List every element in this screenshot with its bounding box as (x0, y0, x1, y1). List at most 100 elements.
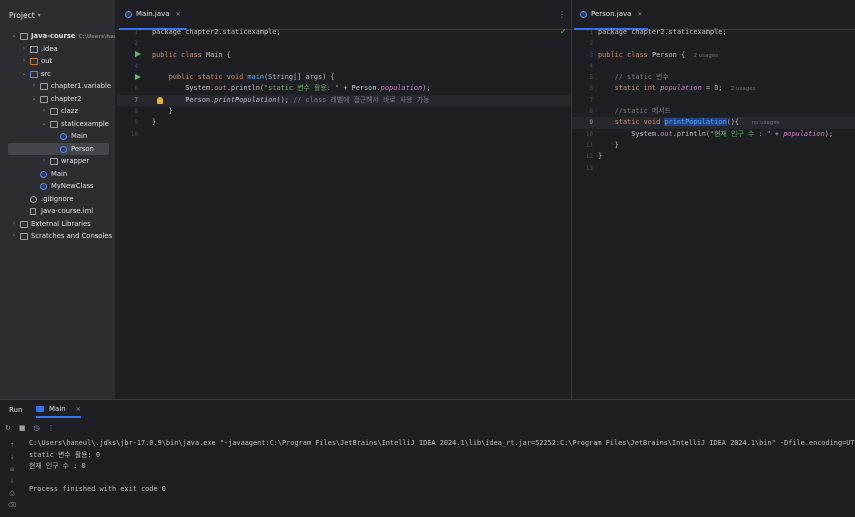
inspection-ok-icon[interactable]: ✓ (560, 27, 567, 36)
folder-icon (50, 108, 58, 115)
stop-icon[interactable]: ■ (19, 424, 26, 432)
folder-icon (40, 95, 48, 103)
run-title: Run (9, 406, 23, 414)
scratch-icon (20, 233, 28, 240)
tree-item[interactable]: MyNewClass (0, 180, 115, 193)
tree-item[interactable]: Java-course.iml (0, 205, 115, 218)
editor-tabbar: Main.java ✕ ⋮ (117, 0, 571, 30)
tree-item[interactable]: Main (0, 130, 115, 143)
tree-item-label: Java-course.iml (41, 207, 94, 215)
chevron-right-icon[interactable]: › (40, 155, 48, 168)
code-line: } (598, 140, 619, 149)
project-tree: ⌄Java-courseC:\Users\hane›.idea›out⌄src›… (0, 30, 115, 243)
tree-item[interactable]: › chapter1.variable (0, 80, 115, 93)
editor-main: Main.java ✕ ⋮ ✓ 1 2 3 4 5 6 7 8 9 10 package chap… (117, 0, 571, 399)
delete-icon[interactable]: ⌫ (6, 500, 18, 512)
code-line: } (152, 118, 157, 127)
chevron-right-icon[interactable]: › (10, 230, 18, 243)
chevron-down-icon[interactable]: ⌄ (10, 30, 18, 43)
line-number: 2 (134, 40, 138, 48)
tree-item[interactable]: › wrapper (0, 155, 115, 168)
tree-item[interactable]: ⌄ staticexample (0, 118, 115, 131)
tab-label: Main.java (136, 10, 170, 18)
tree-item-label: staticexample (61, 119, 109, 128)
file-icon (30, 208, 36, 215)
code-area[interactable]: package chapter2.staticexample; public cl… (598, 27, 833, 174)
tree-item[interactable]: › External Libraries (0, 218, 115, 231)
tree-item[interactable]: Main (0, 168, 115, 181)
chevron-right-icon[interactable]: › (10, 218, 18, 231)
rerun-icon[interactable]: ↻ (5, 424, 11, 432)
code-area[interactable]: package chapter2.staticexample; public cl… (152, 27, 430, 140)
camera-icon[interactable]: ◷ (34, 424, 40, 432)
tab-main-java[interactable]: Main.java ✕ (119, 0, 187, 30)
chevron-right-icon[interactable]: › (40, 105, 48, 118)
tab-label: Person.java (591, 10, 632, 18)
run-toolbar: ↻ ■ ◷ ⋮ (5, 424, 55, 432)
folder-icon (20, 33, 28, 40)
tree-item[interactable]: › out (0, 55, 115, 68)
tree-item[interactable]: Person (8, 142, 109, 155)
class-icon (40, 183, 47, 190)
chevron-down-icon[interactable]: ▾ (38, 12, 41, 19)
close-icon[interactable]: ✕ (76, 406, 81, 413)
code-line: // static 변수 (598, 73, 669, 82)
editor-person: Person.java ✕ 1 2 3 4 5 6 7 8 9 10 11 12 13 package … (572, 0, 855, 399)
close-icon[interactable]: ✕ (637, 11, 642, 18)
tree-item[interactable]: ⌄ src (0, 68, 115, 81)
project-title: Project (9, 10, 35, 20)
console-line: Process finished with exit code 0 (29, 485, 166, 493)
code-line: Person.printPopulation(); // class 레벨에 접… (152, 95, 430, 104)
run-tab-main[interactable]: Main ✕ (36, 405, 81, 418)
tree-item[interactable]: › Scratches and Consoles (0, 230, 115, 243)
chevron-down-icon[interactable]: ⌄ (30, 93, 38, 106)
tree-item[interactable]: ⌄ Java-courseC:\Users\hane (0, 30, 115, 43)
project-panel-header[interactable]: Project ▾ (0, 0, 115, 30)
run-class-icon[interactable] (135, 51, 141, 57)
scroll-to-end-icon[interactable]: ⇩ (6, 476, 18, 488)
run-config-icon (36, 406, 44, 412)
tree-item-label: wrapper (61, 157, 90, 165)
run-tabbar: Run Main ✕ (0, 400, 855, 422)
soft-wrap-icon[interactable]: ≡ (6, 464, 18, 476)
tree-item[interactable]: ⌄ chapter2 (0, 93, 115, 106)
close-icon[interactable]: ✕ (176, 11, 181, 18)
tree-item[interactable]: .gitignore (0, 193, 115, 206)
tab-person-java[interactable]: Person.java ✕ (574, 0, 649, 30)
code-line: package chapter2.staticexample; (152, 28, 281, 36)
tree-item-label: Java-courseC:\Users\hane (31, 30, 115, 44)
scroll-up-icon[interactable]: ↑ (6, 440, 18, 452)
chevron-down-icon[interactable]: ⌄ (40, 118, 48, 131)
chevron-right-icon[interactable]: › (30, 80, 38, 93)
console-line: static 변수 활용: 0 (29, 450, 100, 459)
console-line: C:\Users\haneul\.jdks\jbr-17.0.9\bin\jav… (29, 439, 855, 447)
chevron-down-icon[interactable]: ⌄ (20, 68, 28, 81)
tree-item-label: MyNewClass (51, 182, 94, 190)
run-side-toolbar: ↑ ↓ ≡ ⇩ ⎙ ⌫ (6, 440, 18, 512)
console-output[interactable]: C:\Users\haneul\.jdks\jbr-17.0.9\bin\jav… (29, 438, 855, 496)
tree-item[interactable]: › .idea (0, 43, 115, 56)
source-folder-icon (30, 70, 38, 78)
tree-item[interactable]: › clazz (0, 105, 115, 118)
line-number: 9 (134, 119, 138, 127)
more-icon[interactable]: ⋮ (48, 424, 55, 432)
chevron-right-icon[interactable]: › (20, 55, 28, 68)
line-number: 1 (134, 29, 138, 36)
line-number: 7 (134, 96, 138, 104)
scroll-down-icon[interactable]: ↓ (6, 452, 18, 464)
run-main-icon[interactable] (135, 74, 141, 80)
print-icon[interactable]: ⎙ (6, 488, 18, 500)
line-number: 4 (134, 62, 138, 70)
code-line: static void printPopulation(){ no usages (598, 118, 780, 127)
more-options-icon[interactable]: ⋮ (558, 10, 566, 19)
chevron-right-icon[interactable]: › (20, 43, 28, 56)
class-icon (40, 170, 47, 178)
line-number: 6 (134, 85, 138, 93)
console-line: 현재 인구 수 : 0 (29, 462, 86, 470)
